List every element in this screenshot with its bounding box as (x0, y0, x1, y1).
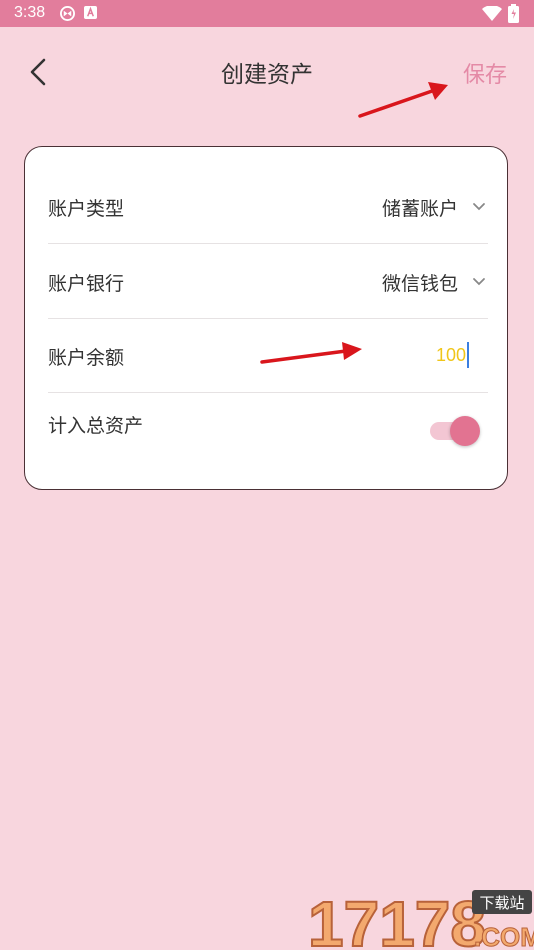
battery-icon (508, 4, 519, 23)
include-total-toggle[interactable] (430, 416, 480, 446)
include-total-label: 计入总资产 (48, 415, 144, 437)
account-balance-label: 账户余额 (48, 347, 125, 369)
annotation-arrow-save (358, 82, 448, 118)
sync-status-icon (60, 6, 75, 21)
chevron-down-icon[interactable] (472, 200, 486, 214)
account-type-label: 账户类型 (48, 198, 125, 220)
account-bank-row[interactable]: 账户银行 微信钱包 (48, 268, 488, 298)
account-type-value[interactable]: 储蓄账户 (382, 194, 458, 221)
divider (48, 318, 488, 319)
annotation-arrow-balance (260, 342, 362, 364)
asset-form-card: 账户类型 储蓄账户 账户银行 微信钱包 账户余额 计入总资产 (24, 146, 508, 490)
app-notification-icon (84, 6, 97, 19)
watermark-logo: 17178 下载站 .COM (307, 887, 534, 950)
include-total-row: 计入总资产 (48, 409, 488, 453)
status-bar: 3:38 (0, 0, 534, 27)
watermark-domain: .COM (474, 922, 534, 950)
balance-input[interactable] (386, 345, 466, 366)
account-bank-label: 账户银行 (48, 273, 125, 295)
toggle-knob (450, 416, 480, 446)
watermark-number: 17178 (308, 888, 486, 950)
account-bank-value[interactable]: 微信钱包 (382, 269, 458, 296)
status-time: 3:38 (14, 4, 46, 21)
account-type-row[interactable]: 账户类型 储蓄账户 (48, 193, 488, 223)
divider (48, 392, 488, 393)
watermark-tag: 下载站 (479, 894, 524, 912)
save-button[interactable]: 保存 (463, 57, 507, 89)
wifi-icon (482, 6, 502, 21)
chevron-down-icon[interactable] (472, 275, 486, 289)
divider (48, 243, 488, 244)
text-caret (467, 342, 469, 368)
